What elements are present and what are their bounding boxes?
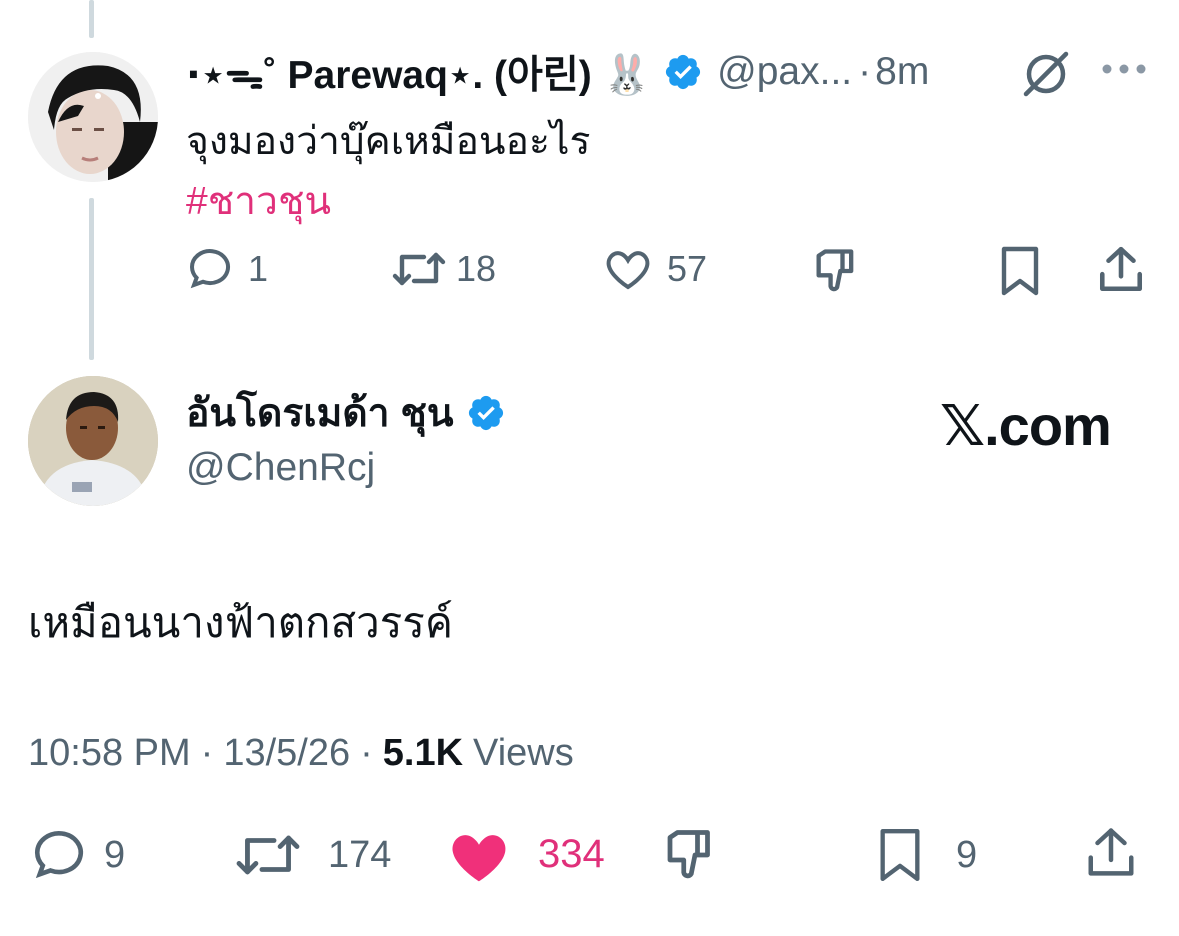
reply-icon [28, 826, 90, 884]
main-share-button[interactable] [1084, 822, 1138, 882]
parent-reply-button[interactable]: 1 [186, 245, 268, 293]
parent-tweet-text: จุงมองว่าบุ๊คเหมือนอะไร [186, 120, 591, 163]
main-like-count: 334 [538, 831, 605, 876]
tweet-date[interactable]: 13/5/26 [223, 732, 350, 775]
share-icon [1084, 822, 1138, 882]
main-like-button[interactable]: 334 [446, 824, 605, 884]
parent-retweet-count: 18 [456, 248, 497, 289]
parent-avatar[interactable] [28, 52, 158, 182]
tweet-meta: 10:58 PM · 13/5/26 · 5.1K Views [28, 728, 574, 778]
main-bookmark-button[interactable]: 9 [874, 826, 977, 884]
main-reply-button[interactable]: 9 [28, 826, 125, 884]
main-downvote-button[interactable] [660, 824, 720, 886]
bookmark-icon [996, 245, 1044, 297]
views-count: 5.1K [382, 731, 464, 774]
thread-line-bottom [89, 198, 94, 360]
reply-icon [186, 245, 234, 293]
parent-downvote-button[interactable] [810, 245, 862, 297]
main-header: อันโดรเมด้า ชุน [186, 386, 506, 440]
x-com-brand: 𝕏.com [940, 394, 1112, 457]
main-retweet-button[interactable]: 174 [234, 826, 391, 884]
grok-icon[interactable] [1018, 46, 1074, 102]
parent-hashtag[interactable]: #ชาวชุน [186, 170, 331, 232]
parent-header: ⋅⋆ᯓ˚ Parewaq⋆. (아린) 🐰 @pax... · 8m [186, 46, 929, 98]
thread-line-top [89, 0, 94, 38]
tweet-time[interactable]: 10:58 PM [28, 732, 191, 775]
bookmark-icon [874, 826, 926, 884]
parent-time[interactable]: 8m [875, 50, 929, 94]
meta-separator: · [200, 731, 214, 774]
parent-handle[interactable]: @pax... [717, 50, 852, 94]
main-retweet-count: 174 [328, 833, 392, 876]
parent-bookmark-button[interactable] [996, 245, 1044, 297]
more-options-icon[interactable] [1100, 62, 1148, 76]
main-reply-count: 9 [104, 833, 126, 876]
main-tweet-text: เหมือนนางฟ้าตกสวรรค์ [28, 599, 453, 646]
main-bookmark-count: 9 [956, 833, 978, 876]
main-avatar[interactable] [28, 376, 158, 506]
retweet-icon [234, 826, 302, 884]
share-icon [1096, 243, 1146, 295]
parent-like-button[interactable]: 57 [603, 245, 707, 293]
thumbs-down-icon [810, 245, 862, 297]
parent-separator: · [858, 50, 872, 93]
parent-display-name[interactable]: ⋅⋆ᯓ˚ Parewaq⋆. (아린) 🐰 [186, 44, 651, 100]
heart-filled-icon [446, 824, 512, 884]
parent-retweet-button[interactable]: 18 [392, 245, 496, 293]
parent-share-button[interactable] [1096, 243, 1146, 295]
main-handle[interactable]: @ChenRcj [186, 446, 375, 490]
parent-like-count: 57 [667, 248, 708, 289]
parent-reply-count: 1 [248, 248, 269, 289]
main-display-name[interactable]: อันโดรเมด้า ชุน [186, 382, 454, 444]
views-label: Views [473, 731, 574, 774]
heart-icon [603, 245, 653, 293]
thumbs-down-icon [660, 824, 720, 886]
verified-badge-icon [663, 52, 703, 92]
retweet-icon [392, 245, 446, 293]
verified-badge-icon [466, 393, 506, 433]
meta-separator: · [360, 731, 373, 774]
